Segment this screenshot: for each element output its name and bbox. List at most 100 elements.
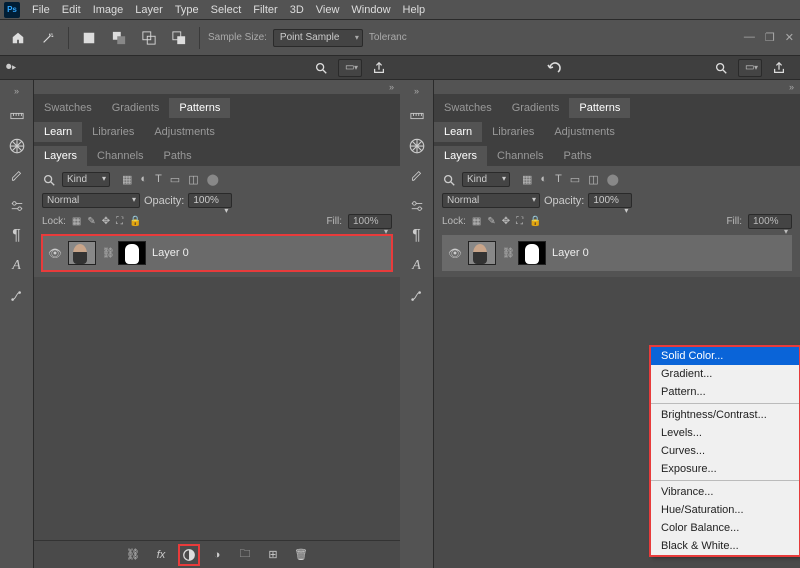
new-selection-icon[interactable] [107,26,131,50]
link-icon[interactable]: ⛓ [502,248,512,259]
trash-icon[interactable]: 🗑 [293,547,309,563]
type-filter-icon[interactable]: T [155,173,162,186]
path-tool-icon[interactable] [5,284,29,308]
lock-transparency-icon[interactable]: ▦ [72,216,81,227]
lock-artboard-icon[interactable]: ⛶ [516,216,523,227]
visibility-icon[interactable]: 👁 [448,247,462,260]
menu-color-balance[interactable]: Color Balance... [651,519,799,537]
menu-levels[interactable]: Levels... [651,424,799,442]
menu-edit[interactable]: Edit [56,4,87,16]
menu-window[interactable]: Window [345,4,396,16]
menu-file[interactable]: File [26,4,56,16]
fill-input[interactable]: 100% [748,214,792,229]
opacity-input[interactable]: 100% [188,193,232,208]
pixel-filter-icon[interactable]: ▦ [522,173,532,186]
wand-tool-icon[interactable] [36,26,60,50]
lock-move-icon[interactable]: ✥ [502,216,510,227]
share-icon[interactable] [772,61,786,75]
fill-input[interactable]: 100% [348,214,392,229]
close-button[interactable]: ✕ [785,31,794,44]
filter-kind-dropdown[interactable]: Kind [62,172,110,187]
maximize-button[interactable]: ❐ [765,31,775,44]
blend-mode-dropdown[interactable]: Normal [442,193,540,208]
tab-gradients[interactable]: Gradients [502,98,570,118]
smart-filter-icon[interactable]: ◫ [588,173,598,186]
menu-pattern[interactable]: Pattern... [651,383,799,401]
layer-thumbnail[interactable] [468,241,496,265]
lock-move-icon[interactable]: ✥ [102,216,110,227]
minimize-button[interactable]: — [744,31,755,44]
layer-name-label[interactable]: Layer 0 [152,247,189,259]
menu-brightness-contrast[interactable]: Brightness/Contrast... [651,406,799,424]
filter-kind-dropdown[interactable]: Kind [462,172,510,187]
tab-libraries[interactable]: Libraries [482,122,544,142]
layer-row[interactable]: 👁 ⛓ Layer 0 [42,235,392,271]
tab-channels[interactable]: Channels [487,146,553,166]
tab-layers[interactable]: Layers [34,146,87,166]
tab-paths[interactable]: Paths [154,146,202,166]
tab-libraries[interactable]: Libraries [82,122,144,142]
opacity-input[interactable]: 100% [588,193,632,208]
menu-image[interactable]: Image [87,4,130,16]
tab-learn[interactable]: Learn [434,122,482,142]
menu-black-white[interactable]: Black & White... [651,537,799,555]
tab-adjustments[interactable]: Adjustments [144,122,225,142]
home-button[interactable] [6,26,30,50]
layer-name-label[interactable]: Layer 0 [552,247,589,259]
menu-type[interactable]: Type [169,4,205,16]
path-tool-icon[interactable] [405,284,429,308]
pixel-filter-icon[interactable]: ▦ [122,173,132,186]
glyph-tool-icon[interactable]: A [405,254,429,278]
type-filter-icon[interactable]: T [555,173,562,186]
tab-gradients[interactable]: Gradients [102,98,170,118]
shape-filter-icon[interactable]: ▭ [570,173,580,186]
add-selection-icon[interactable] [137,26,161,50]
lock-transparency-icon[interactable]: ▦ [472,216,481,227]
menu-filter[interactable]: Filter [247,4,283,16]
undo-icon[interactable] [546,60,562,76]
smart-filter-icon[interactable]: ◫ [188,173,198,186]
tab-patterns[interactable]: Patterns [169,98,230,118]
tab-layers[interactable]: Layers [434,146,487,166]
glyph-tool-icon[interactable]: A [5,254,29,278]
sample-size-dropdown[interactable]: Point Sample [273,29,363,47]
tab-patterns[interactable]: Patterns [569,98,630,118]
shape-filter-icon[interactable]: ▭ [170,173,180,186]
arrange-dropdown[interactable]: ▭ [338,59,362,77]
adjust-tool-icon[interactable] [5,194,29,218]
menu-view[interactable]: View [310,4,346,16]
menu-gradient[interactable]: Gradient... [651,365,799,383]
tab-learn[interactable]: Learn [34,122,82,142]
menu-layer[interactable]: Layer [129,4,169,16]
blend-mode-dropdown[interactable]: Normal [42,193,140,208]
brush-tool-icon[interactable] [5,164,29,188]
paragraph-tool-icon[interactable]: ¶ [405,224,429,248]
menu-select[interactable]: Select [205,4,248,16]
menu-vibrance[interactable]: Vibrance... [651,483,799,501]
layer-row[interactable]: 👁 ⛓ Layer 0 [442,235,792,271]
menu-solid-color[interactable]: Solid Color... [651,347,799,365]
link-layers-icon[interactable]: ⛓ [125,547,141,563]
paragraph-tool-icon[interactable]: ¶ [5,224,29,248]
new-layer-icon[interactable]: ⊞ [265,547,281,563]
brush-tool-icon[interactable] [405,164,429,188]
search-icon[interactable] [314,61,328,75]
share-icon[interactable] [372,61,386,75]
tab-channels[interactable]: Channels [87,146,153,166]
search-icon[interactable] [42,173,56,187]
menu-exposure[interactable]: Exposure... [651,460,799,478]
adjustment-filter-icon[interactable]: ◐ [540,173,547,186]
layer-thumbnail[interactable] [68,241,96,265]
adjust-tool-icon[interactable] [405,194,429,218]
tab-adjustments[interactable]: Adjustments [544,122,625,142]
mask-thumbnail[interactable] [518,241,546,265]
recorder-icon[interactable]: ⏺▸ [6,61,16,74]
search-icon[interactable] [442,173,456,187]
adjustment-filter-icon[interactable]: ◐ [140,173,147,186]
lock-all-icon[interactable]: 🔒 [129,216,141,227]
mask-thumbnail[interactable] [118,241,146,265]
tab-swatches[interactable]: Swatches [434,98,502,118]
tab-swatches[interactable]: Swatches [34,98,102,118]
wheel-tool-icon[interactable] [5,134,29,158]
mask-icon[interactable]: ◑ [209,547,225,563]
